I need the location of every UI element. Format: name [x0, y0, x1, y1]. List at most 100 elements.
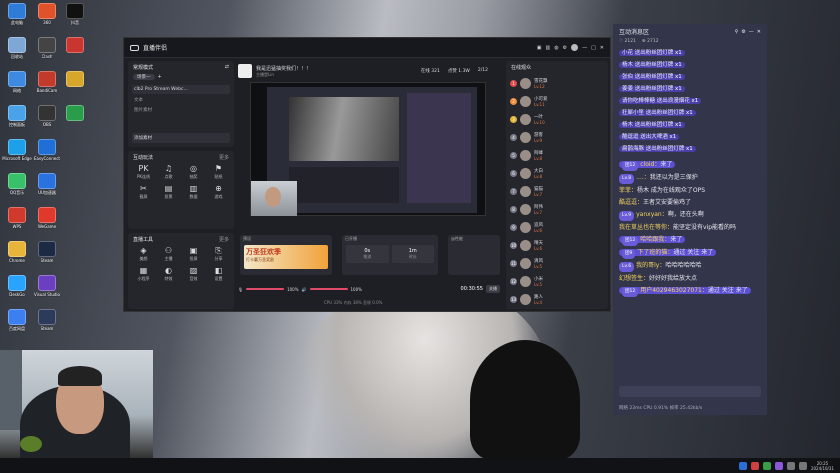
app-logo-icon — [130, 44, 139, 51]
tool-item[interactable]: ▤ 投票 — [157, 184, 180, 200]
settings-icon[interactable]: ⚙ — [563, 45, 567, 51]
pin-icon[interactable]: ⚲ — [735, 29, 739, 35]
audience-row[interactable]: 3 一叶 Lv.10 — [506, 110, 608, 128]
tool-item[interactable]: ▥ 数据 — [182, 184, 205, 200]
desktop-icon[interactable]: Steam — [32, 309, 62, 331]
desktop-icon[interactable]: 抖音 — [60, 3, 90, 26]
tools-more-link[interactable]: 更多 — [219, 236, 229, 243]
tool-item[interactable]: ✂ 截屏 — [132, 184, 155, 200]
audience-row[interactable]: 4 游客 Lv.9 — [506, 128, 608, 146]
network-icon[interactable] — [786, 461, 795, 470]
bell-icon[interactable]: ◍ — [554, 45, 558, 51]
tool-item[interactable]: ◈ 美颜 — [132, 246, 155, 262]
tool-item[interactable]: ⚑ 贴纸 — [207, 164, 230, 180]
tool-item[interactable]: ♫ 点歌 — [157, 164, 180, 180]
audience-row[interactable]: 5 阿峰 Lv.8 — [506, 146, 608, 164]
audience-row[interactable]: 6 大白 Lv.8 — [506, 164, 608, 182]
layout-icon[interactable]: ▥ — [545, 45, 550, 51]
gift-icon[interactable]: ▣ — [537, 45, 542, 51]
source-item-image[interactable]: 图片素材 — [128, 106, 234, 114]
tool-item[interactable]: ◐ 特效 — [157, 266, 180, 282]
audience-name: 清风 — [534, 258, 543, 264]
tool-item[interactable]: ◧ 设置 — [207, 266, 230, 282]
tool-icon: ⎘ — [215, 246, 222, 255]
interact-more-link[interactable]: 更多 — [219, 154, 229, 161]
event-banner[interactable]: 预设 万圣狂欢季 打卡赢万圣奖励 — [240, 235, 332, 275]
user-name: 哈哈跟我： — [640, 236, 671, 243]
scene-tab[interactable]: 场景一 — [133, 74, 155, 80]
volume-icon[interactable] — [798, 461, 807, 470]
scene-toggle-icon[interactable]: ⇄ — [225, 64, 229, 71]
audience-row[interactable]: 13 路人 Lv.4 — [506, 290, 608, 308]
rank-badge: 2 — [510, 97, 517, 105]
audience-row[interactable]: 1 雪花飘 Lv.12 — [506, 74, 608, 92]
audience-row[interactable]: 2 小可爱 Lv.11 — [506, 92, 608, 110]
stream-stats: 在线 321 点赞 1.3W 2/12 — [421, 68, 488, 74]
mic-icon[interactable]: 🎙 — [238, 287, 243, 292]
avatar — [520, 221, 531, 233]
source-item-text[interactable]: 文本 — [128, 94, 234, 106]
minimize-icon[interactable]: — — [582, 45, 587, 51]
tray-app-icon[interactable] — [774, 461, 783, 470]
tool-item[interactable]: ▨ 音效 — [182, 266, 205, 282]
desktop-icon[interactable]: OBS — [32, 105, 62, 127]
audience-name: 猫猫 — [534, 186, 543, 192]
desktop-icon[interactable]: UU加速器 — [32, 173, 62, 196]
desktop-icon[interactable]: 360 — [32, 3, 62, 25]
desktop-icon[interactable]: WeGame — [32, 207, 62, 229]
tool-item[interactable]: PK PK连线 — [132, 164, 155, 180]
tray-app-icon[interactable] — [750, 461, 759, 470]
desktop-icon[interactable] — [60, 37, 90, 54]
desktop-icon[interactable]: QQ音乐 — [2, 173, 32, 196]
app-icon — [38, 173, 56, 189]
desktop-icon[interactable]: Clash — [32, 37, 62, 59]
tool-item[interactable]: ⊕ 游戏 — [207, 184, 230, 200]
desktop-icon[interactable] — [60, 71, 90, 88]
stream-stat: 点赞 1.3W — [447, 69, 470, 74]
tray-app-icon[interactable] — [738, 461, 747, 470]
tool-item[interactable]: ⚇ 主播 — [157, 246, 180, 262]
chat-close-icon[interactable]: ✕ — [757, 29, 761, 35]
add-scene-icon[interactable]: + — [158, 74, 162, 80]
desktop-icon[interactable]: 控制面板 — [2, 105, 32, 128]
desktop-icon[interactable]: Steam — [32, 241, 62, 263]
close-icon[interactable]: ✕ — [600, 45, 604, 51]
audience-row[interactable]: 8 阿伟 Lv.7 — [506, 200, 608, 218]
tool-item[interactable]: ◎ 抽奖 — [182, 164, 205, 180]
desktop-icon[interactable]: Visual Studio — [32, 275, 62, 297]
mic-volume-slider[interactable] — [246, 288, 285, 290]
tray-app-icon[interactable] — [762, 461, 771, 470]
chat-minimize-icon[interactable]: — — [749, 29, 754, 35]
desktop-icon[interactable]: EasyConnect — [32, 139, 62, 161]
audience-row[interactable]: 9 追风 Lv.6 — [506, 218, 608, 236]
audience-row[interactable]: 10 晴天 Lv.6 — [506, 236, 608, 254]
chat-input[interactable] — [619, 386, 761, 397]
stream-title[interactable]: 我是迅猛抽奖我们！！！ — [256, 65, 311, 72]
end-live-button[interactable]: 关播 — [486, 285, 500, 293]
desktop-icon[interactable]: Microsoft Edge — [2, 139, 32, 161]
maximize-icon[interactable]: □ — [591, 45, 596, 51]
desktop-icon[interactable]: 网络 — [2, 71, 32, 94]
speaker-icon[interactable]: 🔊 — [302, 287, 307, 292]
desktop-icon[interactable]: BandiCam — [32, 71, 62, 93]
audience-info: 清风 Lv.5 — [534, 258, 543, 269]
tool-item[interactable]: ▣ 投屏 — [182, 246, 205, 262]
desktop-icon[interactable]: Chrome — [2, 241, 32, 263]
chat-settings-icon[interactable]: ⚙ — [741, 29, 745, 35]
audience-row[interactable]: 11 清风 Lv.5 — [506, 254, 608, 272]
speaker-volume-slider[interactable] — [309, 288, 348, 290]
tool-item[interactable]: ⎘ 分享 — [207, 246, 230, 262]
audience-row[interactable]: 12 小米 Lv.5 — [506, 272, 608, 290]
tool-item[interactable]: ▦ 小程序 — [132, 266, 155, 282]
desktop-icon[interactable]: 回收站 — [2, 37, 32, 60]
desktop-icon[interactable]: 百度网盘 — [2, 309, 32, 332]
avatar[interactable] — [571, 44, 579, 51]
desktop-icon[interactable]: DeskGo — [2, 275, 32, 297]
desktop-icon[interactable]: WPS — [2, 207, 32, 229]
user-name: 我在草丛也在等你： — [619, 224, 674, 231]
desktop-icon[interactable] — [60, 105, 90, 122]
source-item-camera[interactable]: clb2 Pro Stream Webc... — [132, 85, 230, 94]
add-source-button[interactable]: 添加素材 — [132, 133, 230, 143]
audience-row[interactable]: 7 猫猫 Lv.7 — [506, 182, 608, 200]
desktop-icon[interactable]: 此电脑 — [2, 3, 32, 26]
